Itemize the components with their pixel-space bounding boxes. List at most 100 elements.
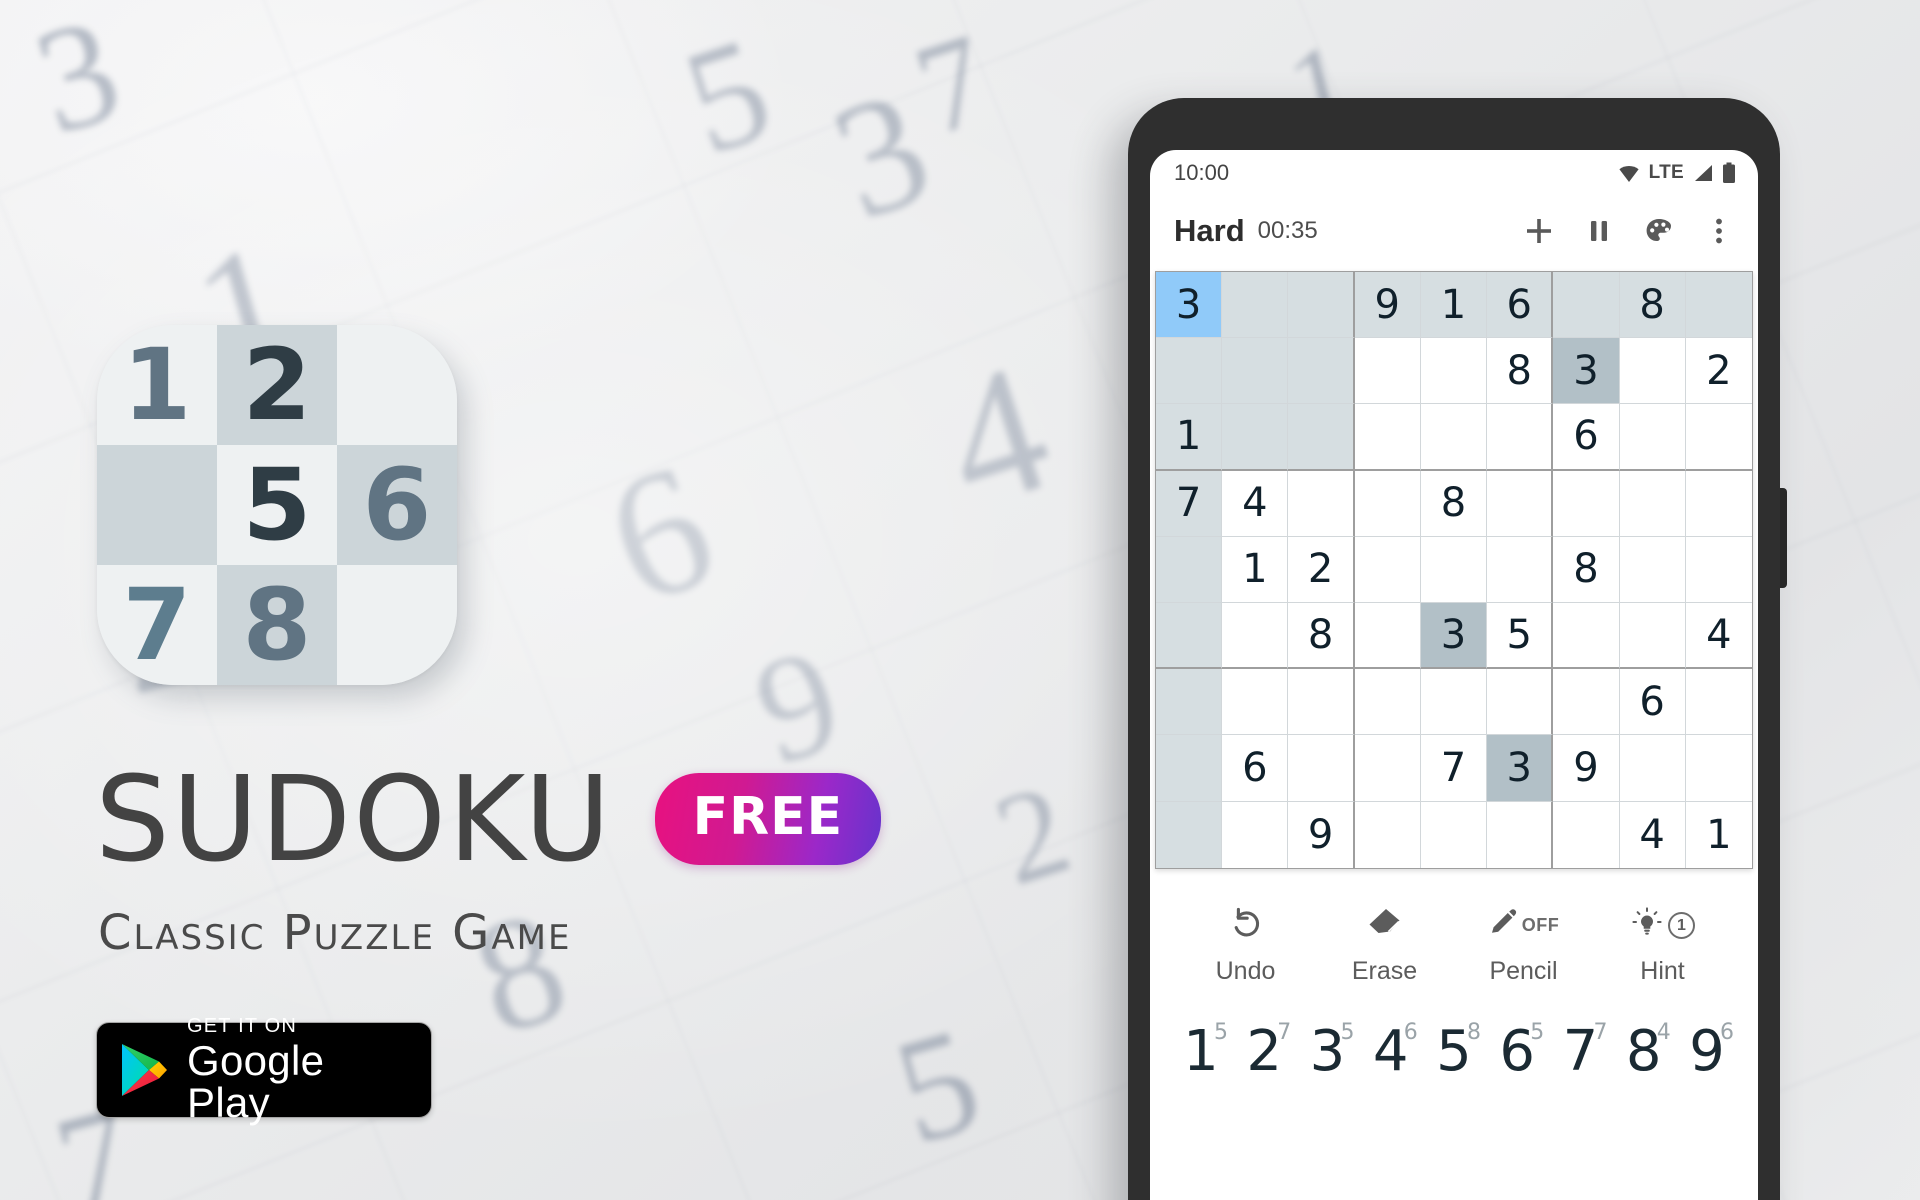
sudoku-cell[interactable]: 5	[1487, 602, 1554, 670]
sudoku-cell[interactable]: 3	[1487, 735, 1554, 802]
sudoku-cell[interactable]	[1354, 669, 1421, 736]
sudoku-cell[interactable]	[1222, 272, 1289, 339]
sudoku-cell[interactable]	[1354, 602, 1421, 670]
sudoku-cell[interactable]	[1553, 272, 1620, 339]
sudoku-cell[interactable]	[1288, 404, 1355, 471]
sudoku-cell[interactable]	[1619, 735, 1686, 802]
sudoku-cell[interactable]	[1685, 669, 1752, 736]
sudoku-cell[interactable]	[1288, 470, 1355, 537]
sudoku-board[interactable]: 3916883216748128835466739941	[1155, 271, 1753, 869]
sudoku-cell[interactable]	[1487, 669, 1554, 736]
numpad-key-4[interactable]: 46	[1362, 1020, 1420, 1080]
sudoku-cell[interactable]: 9	[1288, 801, 1355, 868]
google-play-badge[interactable]: GET IT ON Google Play	[96, 1016, 432, 1124]
sudoku-cell[interactable]	[1487, 470, 1554, 537]
sudoku-cell[interactable]	[1222, 338, 1289, 405]
numpad-key-5[interactable]: 58	[1425, 1020, 1483, 1080]
sudoku-cell[interactable]: 7	[1156, 470, 1223, 537]
numpad-key-3[interactable]: 35	[1299, 1020, 1357, 1080]
sudoku-cell[interactable]: 8	[1487, 338, 1554, 405]
sudoku-cell[interactable]	[1619, 404, 1686, 471]
sudoku-cell[interactable]	[1354, 801, 1421, 868]
sudoku-cell[interactable]	[1553, 801, 1620, 868]
numpad-key-9[interactable]: 96	[1678, 1020, 1736, 1080]
sudoku-cell[interactable]	[1420, 404, 1488, 471]
sudoku-cell[interactable]	[1288, 669, 1355, 736]
sudoku-cell[interactable]: 6	[1487, 272, 1554, 339]
sudoku-cell[interactable]: 8	[1420, 470, 1488, 537]
pause-icon[interactable]	[1582, 214, 1616, 248]
sudoku-cell[interactable]	[1553, 470, 1620, 537]
sudoku-cell[interactable]	[1288, 735, 1355, 802]
sudoku-cell[interactable]: 4	[1222, 470, 1289, 537]
sudoku-cell[interactable]	[1685, 735, 1752, 802]
sudoku-cell[interactable]	[1487, 536, 1554, 603]
sudoku-cell[interactable]: 3	[1553, 338, 1620, 405]
sudoku-cell[interactable]	[1156, 801, 1223, 868]
sudoku-cell[interactable]	[1619, 536, 1686, 603]
tool-hint-button[interactable]: 1 Hint	[1603, 905, 1723, 986]
sudoku-cell[interactable]	[1288, 272, 1355, 339]
sudoku-cell[interactable]	[1553, 602, 1620, 670]
sudoku-cell[interactable]	[1288, 338, 1355, 405]
sudoku-cell[interactable]: 1	[1685, 801, 1752, 868]
sudoku-cell[interactable]	[1354, 404, 1421, 471]
sudoku-cell[interactable]: 4	[1685, 602, 1752, 670]
sudoku-cell[interactable]: 6	[1619, 669, 1686, 736]
sudoku-cell[interactable]	[1685, 470, 1752, 537]
sudoku-cell[interactable]: 3	[1420, 602, 1488, 670]
sudoku-cell[interactable]	[1685, 404, 1752, 471]
sudoku-cell[interactable]	[1619, 602, 1686, 670]
sudoku-cell[interactable]	[1354, 338, 1421, 405]
sudoku-cell[interactable]: 6	[1222, 735, 1289, 802]
numpad-key-8[interactable]: 84	[1615, 1020, 1673, 1080]
sudoku-cell[interactable]: 7	[1420, 735, 1488, 802]
sudoku-cell[interactable]: 1	[1222, 536, 1289, 603]
palette-icon[interactable]	[1642, 214, 1676, 248]
numpad-key-7[interactable]: 77	[1552, 1020, 1610, 1080]
sudoku-cell[interactable]	[1619, 338, 1686, 405]
sudoku-cell[interactable]: 2	[1288, 536, 1355, 603]
sudoku-cell[interactable]	[1354, 536, 1421, 603]
sudoku-cell[interactable]	[1354, 470, 1421, 537]
sudoku-cell[interactable]	[1619, 470, 1686, 537]
sudoku-cell[interactable]: 4	[1619, 801, 1686, 868]
sudoku-cell[interactable]: 2	[1685, 338, 1752, 405]
sudoku-cell[interactable]	[1685, 272, 1752, 339]
sudoku-cell[interactable]	[1420, 338, 1488, 405]
sudoku-cell[interactable]	[1156, 669, 1223, 736]
numpad-key-2[interactable]: 27	[1235, 1020, 1293, 1080]
sudoku-cell[interactable]	[1156, 536, 1223, 603]
numpad-key-1[interactable]: 15	[1172, 1020, 1230, 1080]
new-game-icon[interactable]	[1522, 214, 1556, 248]
sudoku-cell[interactable]: 9	[1553, 735, 1620, 802]
sudoku-cell[interactable]	[1156, 602, 1223, 670]
sudoku-cell[interactable]	[1222, 602, 1289, 670]
sudoku-cell[interactable]	[1685, 536, 1752, 603]
sudoku-cell[interactable]	[1156, 338, 1223, 405]
sudoku-cell[interactable]	[1222, 404, 1289, 471]
sudoku-cell[interactable]	[1354, 735, 1421, 802]
sudoku-cell[interactable]: 9	[1354, 272, 1421, 339]
tool-undo-button[interactable]: Undo	[1186, 905, 1306, 986]
tool-pencil-button[interactable]: OFF Pencil	[1464, 905, 1584, 986]
sudoku-cell[interactable]	[1420, 801, 1488, 868]
sudoku-cell[interactable]	[1487, 801, 1554, 868]
sudoku-cell[interactable]: 8	[1619, 272, 1686, 339]
sudoku-cell[interactable]: 1	[1420, 272, 1488, 339]
sudoku-cell[interactable]	[1420, 669, 1488, 736]
sudoku-cell[interactable]: 8	[1553, 536, 1620, 603]
sudoku-cell[interactable]: 3	[1156, 272, 1223, 339]
sudoku-cell[interactable]: 1	[1156, 404, 1223, 471]
sudoku-cell[interactable]	[1553, 669, 1620, 736]
tool-erase-button[interactable]: Erase	[1325, 905, 1445, 986]
sudoku-cell[interactable]: 6	[1553, 404, 1620, 471]
overflow-menu-icon[interactable]	[1702, 214, 1736, 248]
sudoku-cell[interactable]	[1222, 669, 1289, 736]
sudoku-cell[interactable]	[1222, 801, 1289, 868]
sudoku-cell[interactable]	[1420, 536, 1488, 603]
numpad-key-6[interactable]: 65	[1488, 1020, 1546, 1080]
sudoku-cell[interactable]: 8	[1288, 602, 1355, 670]
sudoku-cell[interactable]	[1487, 404, 1554, 471]
sudoku-cell[interactable]	[1156, 735, 1223, 802]
